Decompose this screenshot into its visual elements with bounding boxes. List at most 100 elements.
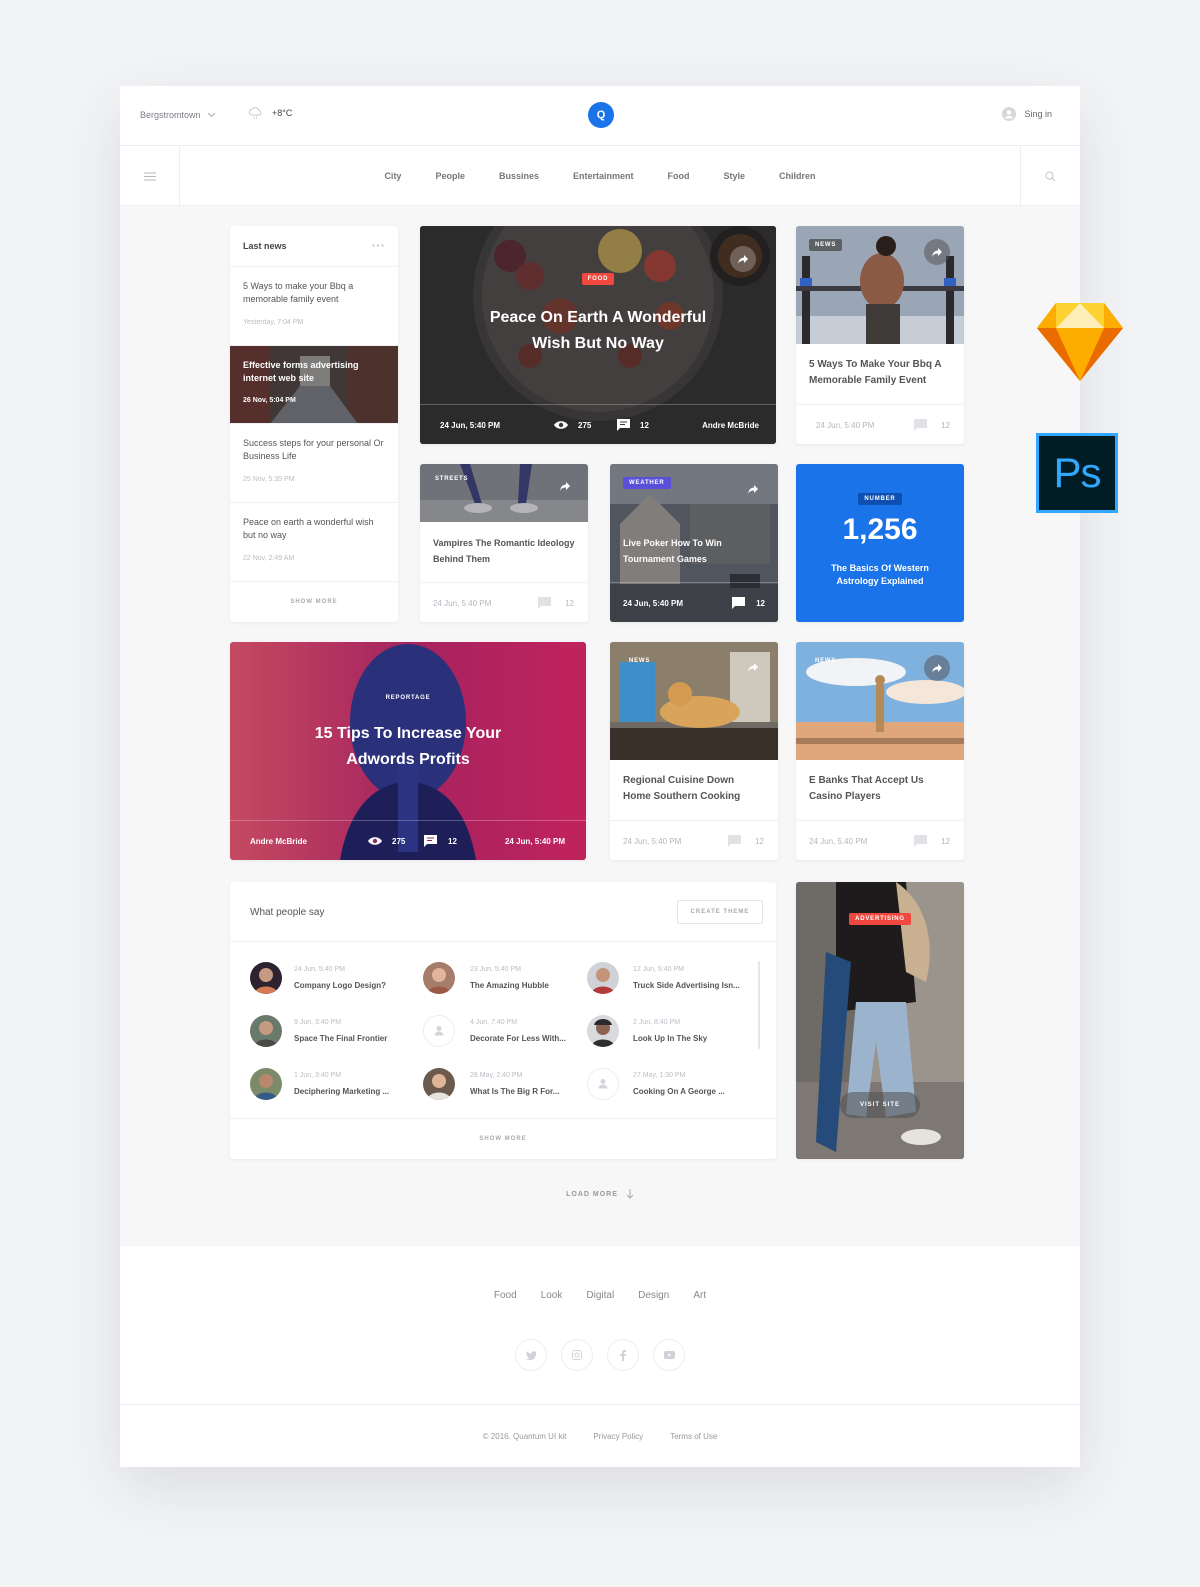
footer-link-art[interactable]: Art xyxy=(693,1290,706,1301)
location-selector[interactable]: Bergstromtown xyxy=(140,110,216,120)
card-footer: 24 Jun, 5:40 PM 12 xyxy=(610,820,778,860)
avatar[interactable] xyxy=(423,962,455,994)
cuisine-card[interactable]: NEWS Regional Cuisine Down Home Southern… xyxy=(610,642,778,860)
avatar-placeholder[interactable] xyxy=(587,1068,619,1100)
number-caption: The Basics Of Western Astrology Explaine… xyxy=(831,563,929,586)
avatar[interactable] xyxy=(250,1068,282,1100)
search-button[interactable] xyxy=(1020,146,1080,206)
social-links xyxy=(120,1339,1080,1371)
nav-item-style[interactable]: Style xyxy=(724,171,746,181)
comment-title[interactable]: What Is The Big R For... xyxy=(470,1087,580,1096)
share-icon[interactable] xyxy=(748,485,758,494)
more-dots-icon[interactable] xyxy=(372,244,384,247)
load-more-button[interactable]: LOAD MORE xyxy=(550,1187,650,1201)
share-icon[interactable] xyxy=(748,663,758,672)
advertising-badge-row: ADVERTISING xyxy=(796,907,964,925)
post-date: 24 Jun, 5:40 PM xyxy=(433,599,492,608)
facebook-button[interactable] xyxy=(607,1339,639,1371)
nav-item-food[interactable]: Food xyxy=(668,171,690,181)
comment-date: 23 Jun, 5:40 PM xyxy=(470,966,521,973)
twitter-button[interactable] xyxy=(515,1339,547,1371)
scrollbar[interactable] xyxy=(758,961,760,1049)
nav-item-children[interactable]: Children xyxy=(779,171,816,181)
vampires-card[interactable]: STREETS Vampires The Romantic Ideology B… xyxy=(420,464,588,622)
poker-card[interactable]: WEATHER Live Poker How To Win Tournament… xyxy=(610,464,778,622)
last-news-item[interactable]: Success steps for your personal Or Busin… xyxy=(230,423,398,502)
category-badge: NEWS xyxy=(809,239,843,251)
comment-title[interactable]: Cooking On A George ... xyxy=(633,1087,743,1096)
avatar-placeholder[interactable] xyxy=(423,1015,455,1047)
news-item-title: Effective forms advertising internet web… xyxy=(243,360,359,383)
footer-link-design[interactable]: Design xyxy=(638,1290,669,1301)
comment-title[interactable]: Truck Side Advertising Isn... xyxy=(633,981,743,990)
logo[interactable]: Q xyxy=(588,102,614,128)
hamburger-icon xyxy=(143,172,156,180)
sketch-icon xyxy=(1037,303,1123,381)
post-date: 24 Jun, 5:40 PM xyxy=(809,837,868,846)
people-say-card: What people say CREATE THEME 24 Jun, 5:4… xyxy=(230,882,776,1159)
user-icon xyxy=(598,1079,608,1089)
show-more-button[interactable]: SHOW MORE xyxy=(230,1118,776,1159)
comment-icon xyxy=(424,835,437,847)
nav-item-entertainment[interactable]: Entertainment xyxy=(573,171,634,181)
comment-title[interactable]: Look Up In The Sky xyxy=(633,1034,743,1043)
comment-title[interactable]: Deciphering Marketing ... xyxy=(294,1087,404,1096)
privacy-link[interactable]: Privacy Policy xyxy=(593,1432,643,1441)
terms-link[interactable]: Terms of Use xyxy=(670,1432,717,1441)
footer-link-digital[interactable]: Digital xyxy=(586,1290,614,1301)
comment-date: 27 May, 1:30 PM xyxy=(633,1072,686,1079)
reportage-footer: Andre McBride 275 12 24 Jun, 5:40 PM xyxy=(230,820,586,860)
eye-icon xyxy=(554,421,568,429)
share-icon xyxy=(738,254,748,264)
avatar[interactable] xyxy=(250,1015,282,1047)
last-news-item[interactable]: 5 Ways to make your Bbq a memorable fami… xyxy=(230,266,398,345)
twitter-icon xyxy=(525,1350,537,1360)
eye-icon xyxy=(368,837,382,845)
footer-link-food[interactable]: Food xyxy=(494,1290,517,1301)
share-icon[interactable] xyxy=(560,482,570,491)
advertising-card[interactable]: ADVERTISING VISIT SITE xyxy=(796,882,964,1159)
share-button[interactable] xyxy=(924,239,950,265)
card-title: Live Poker How To Win Tournament Games xyxy=(623,538,722,564)
visit-site-button[interactable]: VISIT SITE xyxy=(840,1092,920,1118)
sign-in-label: Sing in xyxy=(1024,109,1052,119)
comment-title[interactable]: Company Logo Design? xyxy=(294,981,404,990)
share-button[interactable] xyxy=(924,655,950,681)
youtube-button[interactable] xyxy=(653,1339,685,1371)
comment-date: 4 Jun, 7:40 PM xyxy=(470,1019,518,1026)
reportage-card[interactable]: REPORTAGE 15 Tips To Increase Your Adwor… xyxy=(230,642,586,860)
nav-item-people[interactable]: People xyxy=(435,171,465,181)
nav-items: City People Bussines Entertainment Food … xyxy=(120,146,1080,206)
avatar[interactable] xyxy=(423,1068,455,1100)
comment-title[interactable]: The Amazing Hubble xyxy=(470,981,580,990)
comment-date: 9 Jun, 3:40 PM xyxy=(294,1019,342,1026)
avatar[interactable] xyxy=(250,962,282,994)
sign-in-button[interactable]: Sing in xyxy=(1002,107,1052,121)
comment-date: 1 Jun, 3:40 PM xyxy=(294,1072,342,1079)
avatar[interactable] xyxy=(587,962,619,994)
create-theme-label: CREATE THEME xyxy=(690,909,750,915)
show-more-button[interactable]: SHOW MORE xyxy=(230,581,398,622)
category-badge: STREETS xyxy=(435,476,469,482)
comment-title[interactable]: Space The Final Frontier xyxy=(294,1034,404,1043)
banks-card[interactable]: NEWS E Banks That Accept Us Casino Playe… xyxy=(796,642,964,860)
post-date: 24 Jun, 5:40 PM xyxy=(816,421,875,430)
create-theme-button[interactable]: CREATE THEME xyxy=(677,900,763,924)
number-card[interactable]: NUMBER 1,256 The Basics Of Western Astro… xyxy=(796,464,964,622)
bbq-card[interactable]: NEWS 5 Ways To Make Your Bbq A Memorable… xyxy=(796,226,964,444)
comment-date: 2 Jun, 8:40 PM xyxy=(633,1019,681,1026)
comment-title[interactable]: Decorate For Less With... xyxy=(470,1034,580,1043)
last-news-item-featured[interactable]: Effective forms advertising internet web… xyxy=(230,345,398,423)
category-badge: FOOD xyxy=(581,273,615,285)
avatar[interactable] xyxy=(587,1015,619,1047)
news-item-date: Yesterday, 7:04 PM xyxy=(243,319,304,326)
footer-link-look[interactable]: Look xyxy=(541,1290,563,1301)
nav-item-city[interactable]: City xyxy=(384,171,401,181)
instagram-button[interactable] xyxy=(561,1339,593,1371)
hero-card[interactable]: FOOD Peace On Earth A Wonderful Wish But… xyxy=(420,226,776,444)
nav-item-bussines[interactable]: Bussines xyxy=(499,171,539,181)
menu-button[interactable] xyxy=(120,146,180,206)
user-icon xyxy=(434,1026,444,1036)
last-news-item[interactable]: Peace on earth a wonderful wish but no w… xyxy=(230,502,398,581)
category-badge: NEWS xyxy=(629,658,651,664)
